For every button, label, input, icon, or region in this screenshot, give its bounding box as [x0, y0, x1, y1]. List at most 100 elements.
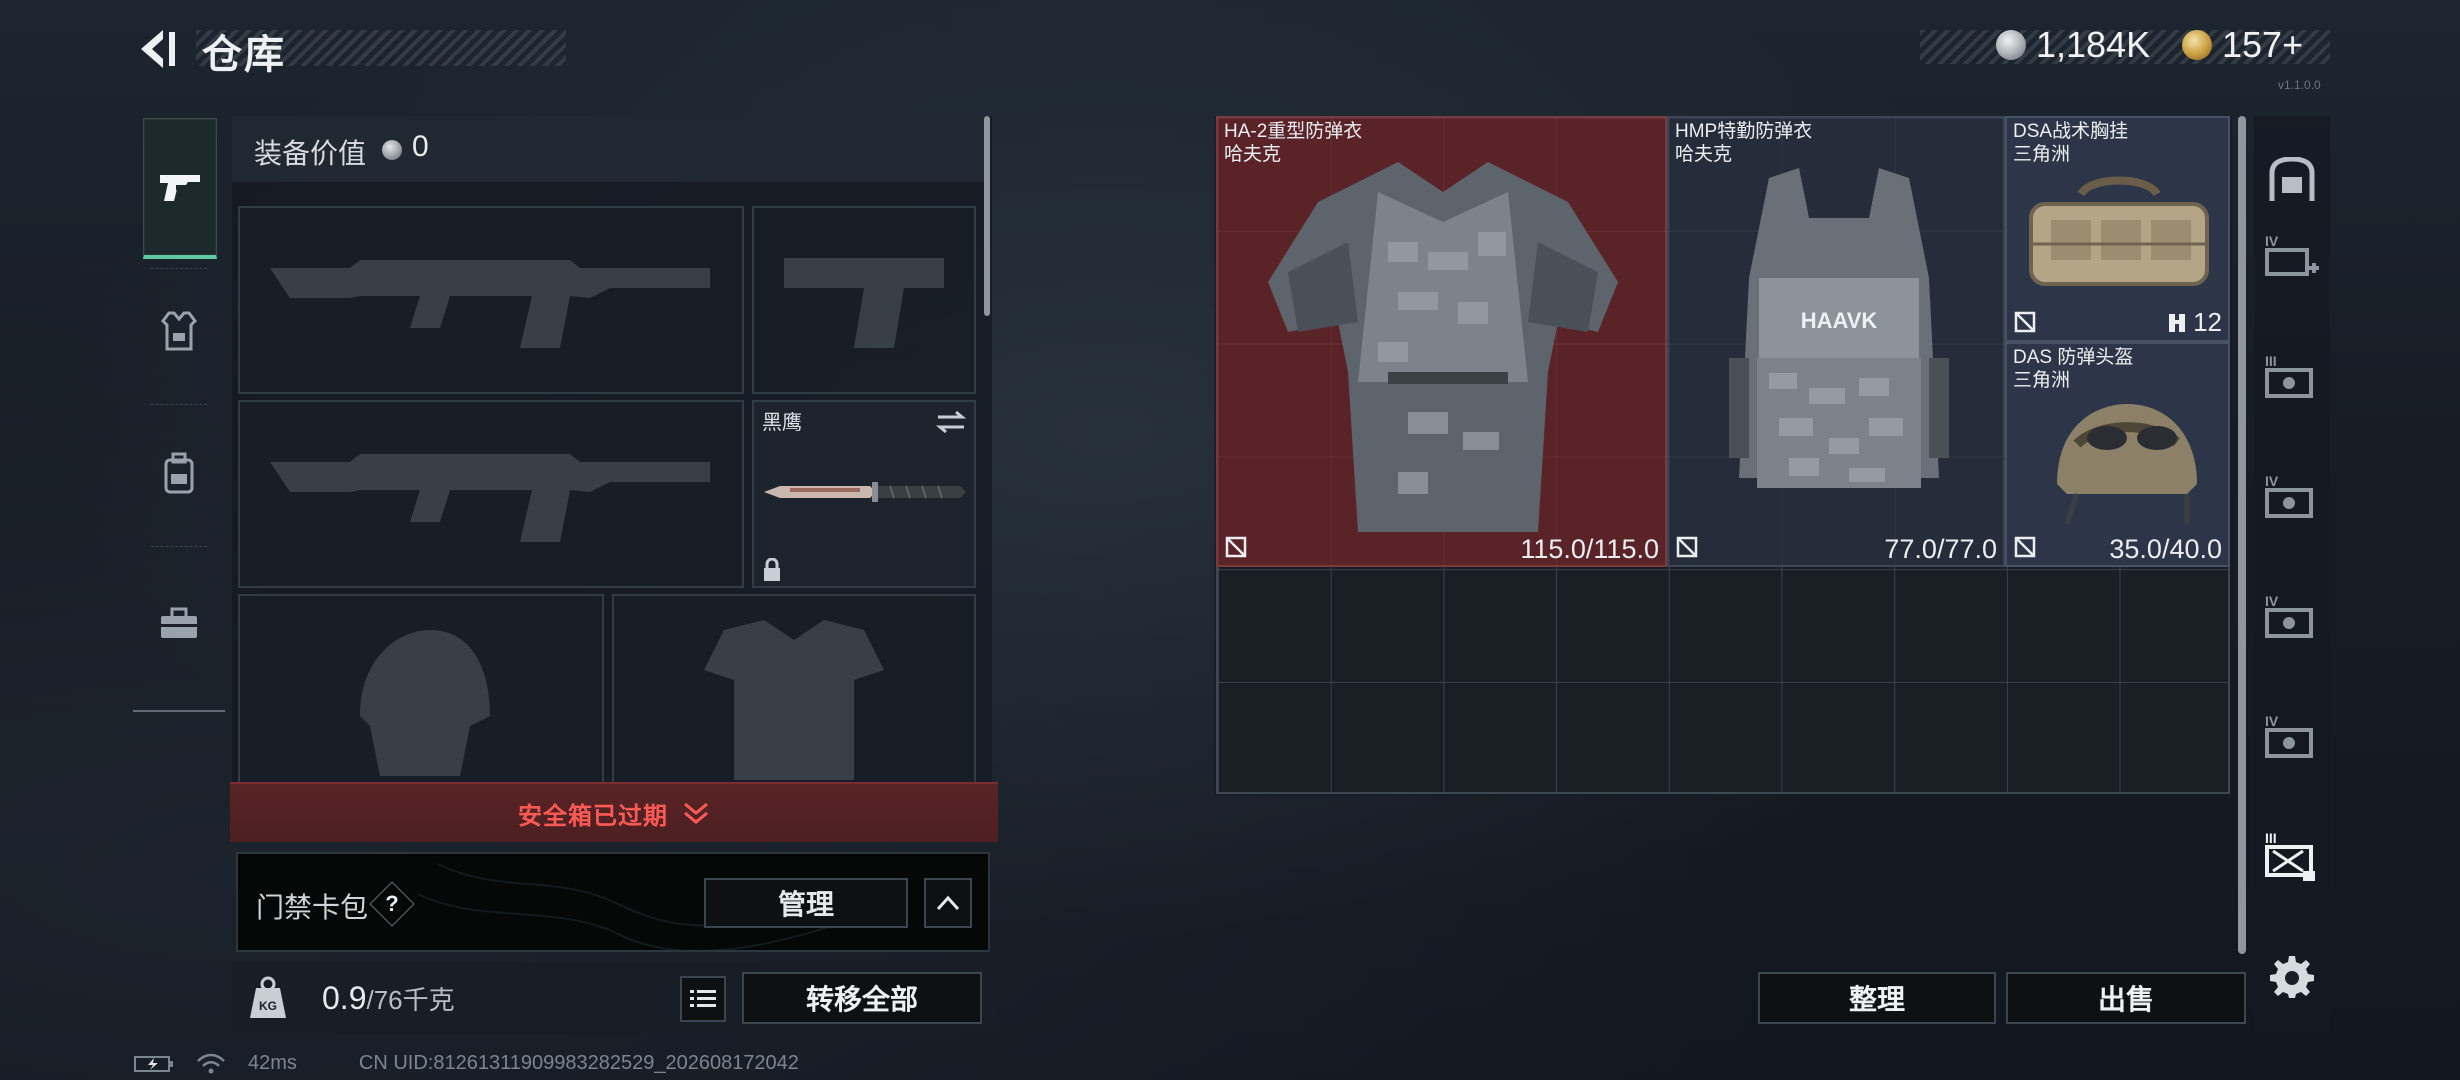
- max-weight: /76千克: [366, 985, 455, 1015]
- current-weight: 0.9: [322, 980, 367, 1016]
- sidearm-slot[interactable]: [752, 206, 976, 394]
- tab-weapons[interactable]: [143, 118, 217, 259]
- storage-add-tab[interactable]: IV: [2262, 228, 2322, 288]
- manage-button[interactable]: 管理: [704, 878, 908, 928]
- storage-item-das-helmet[interactable]: DAS 防弹头盔 三角洲 35.0/40.0: [2005, 342, 2230, 567]
- storage-item-dsa-chest-rig[interactable]: DSA战术胸挂 三角洲 12: [2005, 116, 2230, 342]
- gold-currency: 157+: [2182, 24, 2303, 66]
- svg-text:III: III: [2265, 353, 2277, 369]
- list-view-button[interactable]: [680, 976, 726, 1022]
- chest-rig-icon: [2029, 176, 2209, 286]
- wifi-icon: [197, 1053, 225, 1073]
- plate-carrier-icon: HAAVK: [1729, 168, 1949, 488]
- equipment-scrollbar[interactable]: [984, 116, 990, 316]
- svg-text:III: III: [2265, 830, 2277, 846]
- no-insure-icon: [2014, 311, 2036, 333]
- vest-icon: [161, 311, 197, 351]
- pistol-silhouette-icon: [784, 258, 944, 348]
- svg-text:IV: IV: [2265, 713, 2279, 729]
- gold-currency-value: 157+: [2222, 24, 2304, 65]
- capacity-icon: [2169, 313, 2186, 332]
- back-button[interactable]: [126, 24, 186, 74]
- storage-page-iii-active[interactable]: III: [2262, 826, 2322, 886]
- storage-iv-icon-1: IV: [2265, 473, 2313, 518]
- helmet-icon: [2057, 404, 2197, 525]
- status-bar: 42ms CN UID:8126131190998328252​9_202608…: [134, 1052, 799, 1075]
- item-durability: 77.0/77.0: [1884, 534, 1997, 564]
- sell-button[interactable]: 出售: [2006, 972, 2246, 1024]
- svg-text:HAAVK: HAAVK: [1801, 308, 1878, 333]
- svg-text:KG: KG: [259, 999, 277, 1013]
- primary-weapon-slot[interactable]: [238, 206, 744, 394]
- storage-iv-icon-3: IV: [2265, 713, 2313, 758]
- storage-item-ha2-armor[interactable]: HA-2重型防弹衣 哈夫克 115.0/115.0: [1216, 116, 1667, 567]
- rifle-silhouette-icon: [270, 260, 710, 348]
- storage-item-hmp-armor[interactable]: HMP特勤防弹衣 哈夫克 HAAVK 77.0/77.0: [1667, 116, 2005, 567]
- equipment-category-tabs: [133, 108, 225, 712]
- secondary-weapon-slot[interactable]: [238, 400, 744, 588]
- transfer-all-button[interactable]: 转移全部: [742, 972, 982, 1024]
- weight-kg-icon: KG: [250, 976, 286, 1018]
- no-insure-icon: [1225, 536, 1247, 558]
- tab-toolbox[interactable]: [143, 578, 215, 668]
- settings-gear-icon: [2270, 956, 2314, 998]
- uid-text: CN UID:8126131190998328252​9_20260817204…: [358, 1052, 799, 1074]
- back-arrow-icon: [141, 30, 175, 68]
- item-name: DSA战术胸挂 三角洲: [2013, 121, 2129, 165]
- storage-page-iv-3[interactable]: IV: [2262, 708, 2322, 768]
- storage-page-iii[interactable]: III: [2262, 348, 2322, 408]
- storage-iii-active-icon: III: [2265, 830, 2315, 881]
- double-chevron-down-icon: [684, 802, 708, 824]
- backpack-icon: [164, 452, 194, 494]
- expand-collapse-button[interactable]: [924, 878, 972, 928]
- card-pack-label: 门禁卡包: [256, 892, 369, 923]
- chevron-up-icon: [936, 895, 960, 911]
- help-question-mark: ?: [385, 891, 399, 916]
- svg-text:IV: IV: [2265, 473, 2279, 489]
- body-armor-slot[interactable]: [612, 594, 976, 784]
- melee-name: 黑鹰: [762, 412, 802, 434]
- storage-page-iv-2[interactable]: IV: [2262, 588, 2322, 648]
- melee-slot[interactable]: 黑鹰: [752, 400, 976, 588]
- battery-charging-icon: [134, 1055, 173, 1072]
- version-text: v1.1.0.0: [2278, 78, 2321, 92]
- silver-currency: 1,184K: [1996, 24, 2150, 66]
- swap-icon[interactable]: [936, 410, 966, 434]
- storage-add-iv-icon: IV: [2265, 233, 2319, 276]
- no-insure-icon: [1676, 536, 1698, 558]
- heavy-armor-icon: [1268, 162, 1618, 532]
- silver-coin-icon: [382, 140, 402, 160]
- storage-iv-icon-2: IV: [2265, 593, 2313, 638]
- weight-value: 0.9/76千克: [322, 980, 455, 1017]
- toolbox-icon: [161, 607, 197, 638]
- equipment-value: 0: [412, 130, 429, 163]
- svg-text:IV: IV: [2265, 593, 2279, 609]
- page-title: 仓库: [202, 33, 286, 77]
- helmet-slot[interactable]: [238, 594, 604, 784]
- tab-armor[interactable]: [143, 286, 215, 376]
- helmet-silhouette-icon: [360, 630, 490, 776]
- sort-button[interactable]: 整理: [1758, 972, 1996, 1024]
- settings-button[interactable]: [2262, 946, 2322, 1006]
- safebox-expired-text: 安全箱已过期: [518, 802, 668, 830]
- safebox-expired-banner[interactable]: 安全箱已过期: [230, 782, 998, 842]
- rifle-silhouette-icon: [270, 454, 710, 542]
- knife-icon: [764, 482, 966, 502]
- equipment-value-label: 装备价值: [254, 138, 367, 169]
- pistol-icon: [160, 175, 200, 201]
- silver-coin-icon: [1996, 30, 2026, 60]
- storage-scrollbar[interactable]: [2238, 116, 2246, 954]
- armor-silhouette-icon: [704, 620, 884, 780]
- gold-coin-icon: [2182, 30, 2212, 60]
- tab-backpack[interactable]: [143, 428, 215, 518]
- item-durability: 115.0/115.0: [1520, 534, 1659, 564]
- item-durability: 35.0/40.0: [2109, 534, 2222, 564]
- list-icon: [690, 990, 716, 1007]
- storage-home-icon: [2269, 157, 2315, 201]
- storage-home-tab[interactable]: [2262, 150, 2322, 210]
- latency-text: 42ms: [248, 1052, 297, 1074]
- svg-text:IV: IV: [2265, 233, 2279, 249]
- storage-page-iv-1[interactable]: IV: [2262, 468, 2322, 528]
- lock-icon: [764, 558, 780, 581]
- silver-currency-value: 1,184K: [2036, 24, 2151, 65]
